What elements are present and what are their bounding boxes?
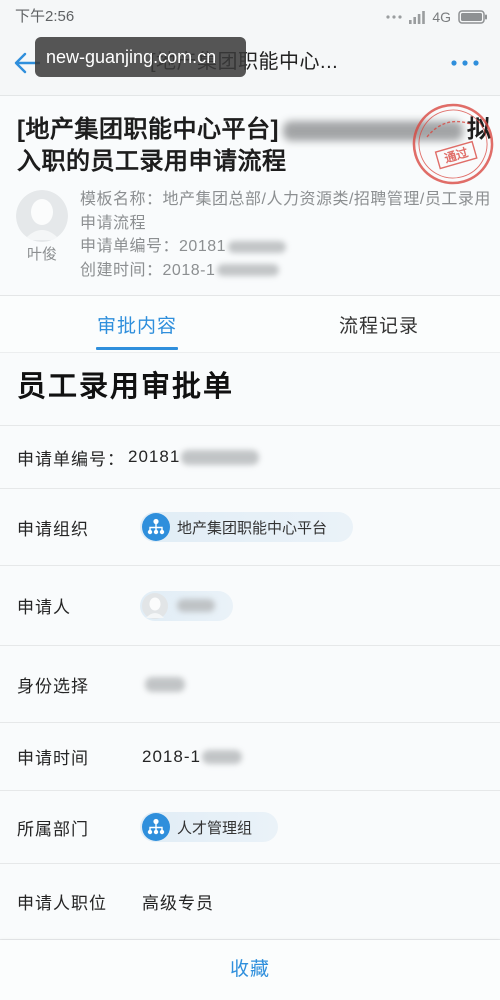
row-label: 申请时间 [17,749,89,768]
form-row-organization: 申请组织 地产集团职能中心平台 [0,489,500,566]
more-dots-icon [451,60,479,66]
network-type: 4G [432,9,451,25]
tab-bar: 审批内容 流程记录 [0,296,500,353]
stamp-seal-icon: 通过 [412,103,494,185]
status-bar: 下午2:56 4G [0,0,500,34]
watermark-text: new-guanjing.com.cn [46,47,217,67]
department-chip: 人才管理组 [140,812,279,842]
applicant-name: 叶俊 [26,246,57,263]
org-icon [142,813,170,841]
form-row-department: 所属部门 人才管理组 [0,791,500,864]
redacted-text [181,449,260,465]
row-label: 申请人职位 [17,894,107,913]
redacted-text [145,676,185,692]
title-line-2: 入职的员工录用申请流程 [17,148,287,175]
form-rows: 申请单编号： 20181 申请组织 地产集团职能中心平台 申请人 身份选择 申请… [0,426,500,940]
approved-stamp: 通过 [410,100,496,188]
organization-chip: 地产集团职能中心平台 [140,512,354,542]
form-row-request-time: 申请时间 2018-1 [0,723,500,791]
signal-icon [409,11,426,24]
tab-process-record[interactable]: 流程记录 [338,314,420,340]
meta-lines: 模板名称：地产集团总部/人力资源类/招聘管理/员工录用申请流程 申请单编号：20… [80,188,496,282]
avatar-placeholder-icon [16,190,68,242]
title-prefix: [地产集团职能中心平台] [17,116,279,143]
applicant-avatar [16,190,68,242]
redacted-text [228,240,287,253]
redacted-text [217,264,280,277]
row-value: 20181 [128,447,181,466]
chip-text: 地产集团职能中心平台 [177,519,328,537]
meta-template-label: 模板名称： [80,191,163,208]
form-row-applicant: 申请人 [0,566,500,646]
active-tab-indicator [96,347,178,350]
row-value: 高级专员 [142,894,214,913]
meta-number-value: 20181 [179,238,227,255]
redacted-text [201,749,242,764]
notification-dots-icon [386,15,402,19]
more-button[interactable] [448,56,482,70]
org-icon [142,513,170,541]
row-label: 所属部门 [17,819,89,839]
meta-created: 创建时间：2018-1 [80,259,496,283]
row-label: 申请人 [17,598,71,617]
form-row-position: 申请人职位 高级专员 [0,864,500,940]
row-label: 身份选择 [17,676,89,696]
form-row-identity: 身份选择 [0,646,500,723]
bottom-bar: 收藏 [0,940,500,1000]
watermark: new-guanjing.com.cn [35,37,246,77]
tab-approval-content[interactable]: 审批内容 [96,314,178,340]
meta-number: 申请单编号：20181 [80,235,496,259]
row-label: 申请组织 [17,519,89,539]
form-title-text: 员工录用审批单 [17,371,235,403]
redacted-text [177,599,215,612]
applicant-chip [140,590,233,621]
meta-number-label: 申请单编号： [80,238,180,255]
request-meta: 叶俊 模板名称：地产集团总部/人力资源类/招聘管理/员工录用申请流程 申请单编号… [0,185,500,296]
form-row-request-number: 申请单编号： 20181 [0,426,500,489]
stamp-text: 通过 [443,145,470,166]
form-title: 员工录用审批单 [0,353,500,426]
chip-text: 人才管理组 [177,819,253,837]
row-label: 申请单编号： [17,449,125,469]
favorite-button[interactable]: 收藏 [200,957,300,983]
status-icons: 4G [386,7,488,27]
meta-created-value: 2018-1 [162,261,216,279]
avatar-placeholder-icon [142,592,168,619]
status-time: 下午2:56 [15,8,75,25]
row-value: 2018-1 [142,746,201,766]
meta-template: 模板名称：地产集团总部/人力资源类/招聘管理/员工录用申请流程 [80,188,496,235]
battery-icon [458,10,487,24]
stamp-seal: 通过 [412,103,494,185]
meta-created-label: 创建时间： [80,261,163,279]
